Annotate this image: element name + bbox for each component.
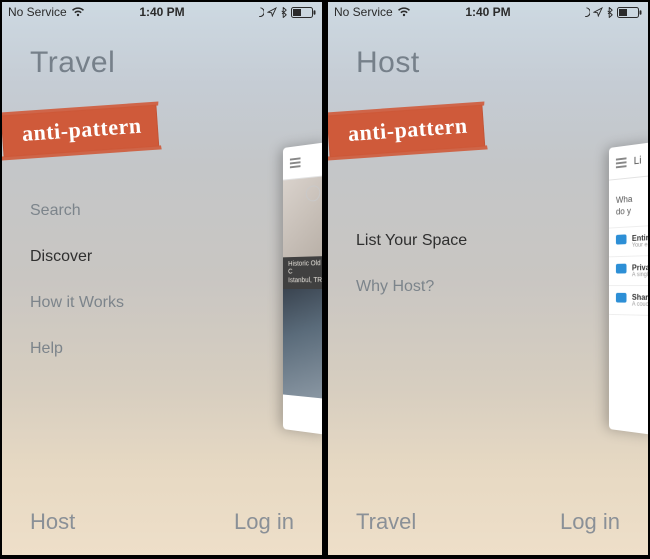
moon-icon <box>580 7 590 17</box>
couch-icon <box>616 293 627 303</box>
menu-item-discover[interactable]: Discover <box>30 248 124 266</box>
peek-list-item[interactable]: Shared A couch <box>609 286 648 316</box>
peek-list-item-title: Private <box>632 263 648 272</box>
peek-header: Li <box>609 142 648 181</box>
carrier-label: No Service <box>8 5 67 19</box>
status-bar: No Service 1:40 PM <box>328 2 648 22</box>
anti-pattern-text: anti-pattern <box>328 105 485 158</box>
peek-list: Entire H Your ent Private A single Share… <box>609 225 648 316</box>
menu-item-how-it-works[interactable]: How it Works <box>30 294 124 312</box>
peek-card-discover[interactable]: Historic Old C Istanbul, TR <box>283 142 322 435</box>
peek-list-item-title: Shared <box>632 293 648 302</box>
page-title: Host <box>356 46 420 80</box>
anti-pattern-badge: anti-pattern <box>2 105 159 158</box>
footer-login[interactable]: Log in <box>234 509 294 535</box>
peek-caption-line2: Istanbul, TR <box>288 277 322 285</box>
peek-text-line2: do y <box>616 204 648 218</box>
menu-item-search[interactable]: Search <box>30 202 124 220</box>
door-icon <box>616 264 627 274</box>
moon-icon <box>254 7 264 17</box>
peek-photo-2 <box>283 289 322 399</box>
wifi-icon <box>71 7 85 17</box>
menu-item-help[interactable]: Help <box>30 340 124 358</box>
peek-text-block: Wha do y <box>609 176 648 228</box>
anti-pattern-text: anti-pattern <box>2 105 159 158</box>
menu-item-list-your-space[interactable]: List Your Space <box>356 232 467 250</box>
footer-switch-host[interactable]: Host <box>30 509 75 535</box>
carrier-label: No Service <box>334 5 393 19</box>
page-title: Travel <box>30 46 115 80</box>
peek-photo-caption: Historic Old C Istanbul, TR <box>283 256 322 289</box>
peek-card-list-space[interactable]: Li Wha do y Entire H Your ent Private <box>609 142 648 435</box>
screen-host: No Service 1:40 PM Host anti-pattern Lis… <box>328 2 648 555</box>
peek-list-item-subtitle: A couch <box>632 302 648 308</box>
peek-list-item[interactable]: Entire H Your ent <box>609 226 648 257</box>
status-icons-group <box>580 7 613 18</box>
home-icon <box>616 235 627 245</box>
peek-caption-line1: Historic Old C <box>288 260 322 277</box>
screen-travel: No Service 1:40 PM Travel anti-pattern S… <box>2 2 322 555</box>
menu-travel: Search Discover How it Works Help <box>30 202 124 386</box>
peek-photo-1 <box>283 176 322 257</box>
footer-switch-travel[interactable]: Travel <box>356 509 416 535</box>
battery-icon <box>291 7 316 18</box>
burger-icon <box>616 161 627 164</box>
menu-host: List Your Space Why Host? <box>356 232 467 324</box>
battery-icon <box>617 7 642 18</box>
footer-login[interactable]: Log in <box>560 509 620 535</box>
status-icons-group <box>254 7 287 18</box>
footer: Host Log in <box>30 509 294 535</box>
peek-list-item-subtitle: Your ent <box>632 242 648 249</box>
bluetooth-icon <box>606 7 613 18</box>
burger-icon <box>290 161 301 164</box>
peek-header <box>283 142 322 181</box>
anti-pattern-badge: anti-pattern <box>328 105 485 158</box>
location-arrow-icon <box>267 7 277 17</box>
status-bar: No Service 1:40 PM <box>2 2 322 22</box>
bluetooth-icon <box>280 7 287 18</box>
menu-item-why-host[interactable]: Why Host? <box>356 278 467 296</box>
wifi-icon <box>397 7 411 17</box>
peek-list-item[interactable]: Private A single <box>609 256 648 286</box>
footer: Travel Log in <box>356 509 620 535</box>
peek-header-title: Li <box>634 154 642 167</box>
location-arrow-icon <box>593 7 603 17</box>
peek-list-item-subtitle: A single <box>632 272 648 278</box>
